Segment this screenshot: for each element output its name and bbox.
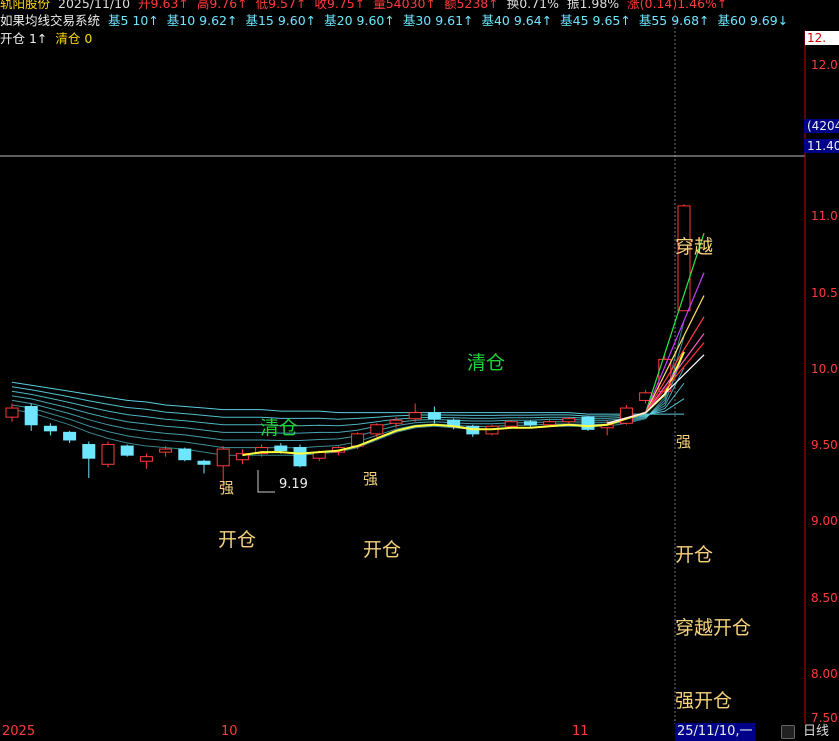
ma-band-line (11, 381, 684, 415)
signal-strong: 强 (219, 479, 235, 497)
candle-up[interactable] (370, 424, 384, 435)
signal-open: 开仓 (363, 539, 402, 561)
candle-up[interactable] (408, 412, 422, 420)
signal-open: 开仓 (675, 544, 714, 566)
candle-up[interactable] (504, 421, 518, 427)
x-tick: 2025 (2, 724, 36, 739)
price-tick: 9.50 (811, 438, 838, 452)
price-tick: 9.00 (811, 514, 838, 528)
signal-clear: 清仓 (467, 352, 506, 374)
x-tick: 10 (221, 724, 238, 739)
crosshair-price-tag: 11.40 (804, 139, 839, 153)
candle-down[interactable] (581, 416, 595, 430)
candles (5, 204, 691, 491)
candle-down[interactable] (523, 421, 537, 426)
candle-down[interactable] (197, 460, 211, 465)
candle-down[interactable] (427, 412, 441, 420)
candle-up[interactable] (159, 448, 173, 453)
candle-up[interactable] (389, 419, 403, 424)
signal-open: 开仓 (218, 529, 257, 551)
period-tab[interactable]: 日线 (781, 723, 839, 741)
price-tick: 8.50 (811, 591, 838, 605)
price-tick: 10.5 (811, 286, 838, 300)
candle-up[interactable] (216, 448, 230, 467)
signal-clear: 清仓 (260, 417, 299, 439)
candle-up[interactable] (101, 444, 115, 465)
ma-band-line (11, 321, 685, 456)
candle-up[interactable] (139, 456, 153, 462)
candle-down[interactable] (24, 406, 38, 426)
candle-up[interactable] (543, 421, 557, 426)
candle-down[interactable] (274, 445, 288, 452)
signal-strong: 强 (363, 470, 379, 488)
checkbox-icon[interactable] (781, 724, 795, 739)
candle-down[interactable] (82, 444, 96, 459)
signal-cross: 穿越 (675, 236, 714, 258)
signal-cross-open: 穿越开仓 (675, 617, 752, 639)
price-tick: 12.0 (811, 58, 838, 72)
candle-down[interactable] (63, 431, 77, 441)
candle-down[interactable] (293, 447, 307, 467)
price-tick: 8.00 (811, 667, 838, 681)
candle-down[interactable] (120, 445, 134, 456)
signal-strong-open: 强开仓 (675, 690, 733, 712)
crosshair-date-tag: 25/11/10,一 (675, 723, 755, 741)
candle-down[interactable] (43, 425, 57, 432)
ma-band (11, 321, 685, 456)
price-tick: 10.0 (811, 362, 838, 376)
low-price-label: 9.19 (279, 477, 308, 492)
candle-up[interactable] (5, 407, 19, 418)
x-tick: 11 (572, 724, 589, 739)
candle-down[interactable] (178, 448, 192, 461)
period-label: 日线 (803, 724, 830, 739)
low-marker-line (257, 470, 275, 493)
price-tag: 12. (805, 31, 839, 45)
crosshair-volume-tag: (4204 (804, 119, 839, 133)
signal-strong: 强 (676, 433, 692, 451)
candle-up[interactable] (562, 418, 576, 423)
ma-band-line (11, 386, 685, 420)
price-tick: 11.0 (811, 209, 838, 223)
